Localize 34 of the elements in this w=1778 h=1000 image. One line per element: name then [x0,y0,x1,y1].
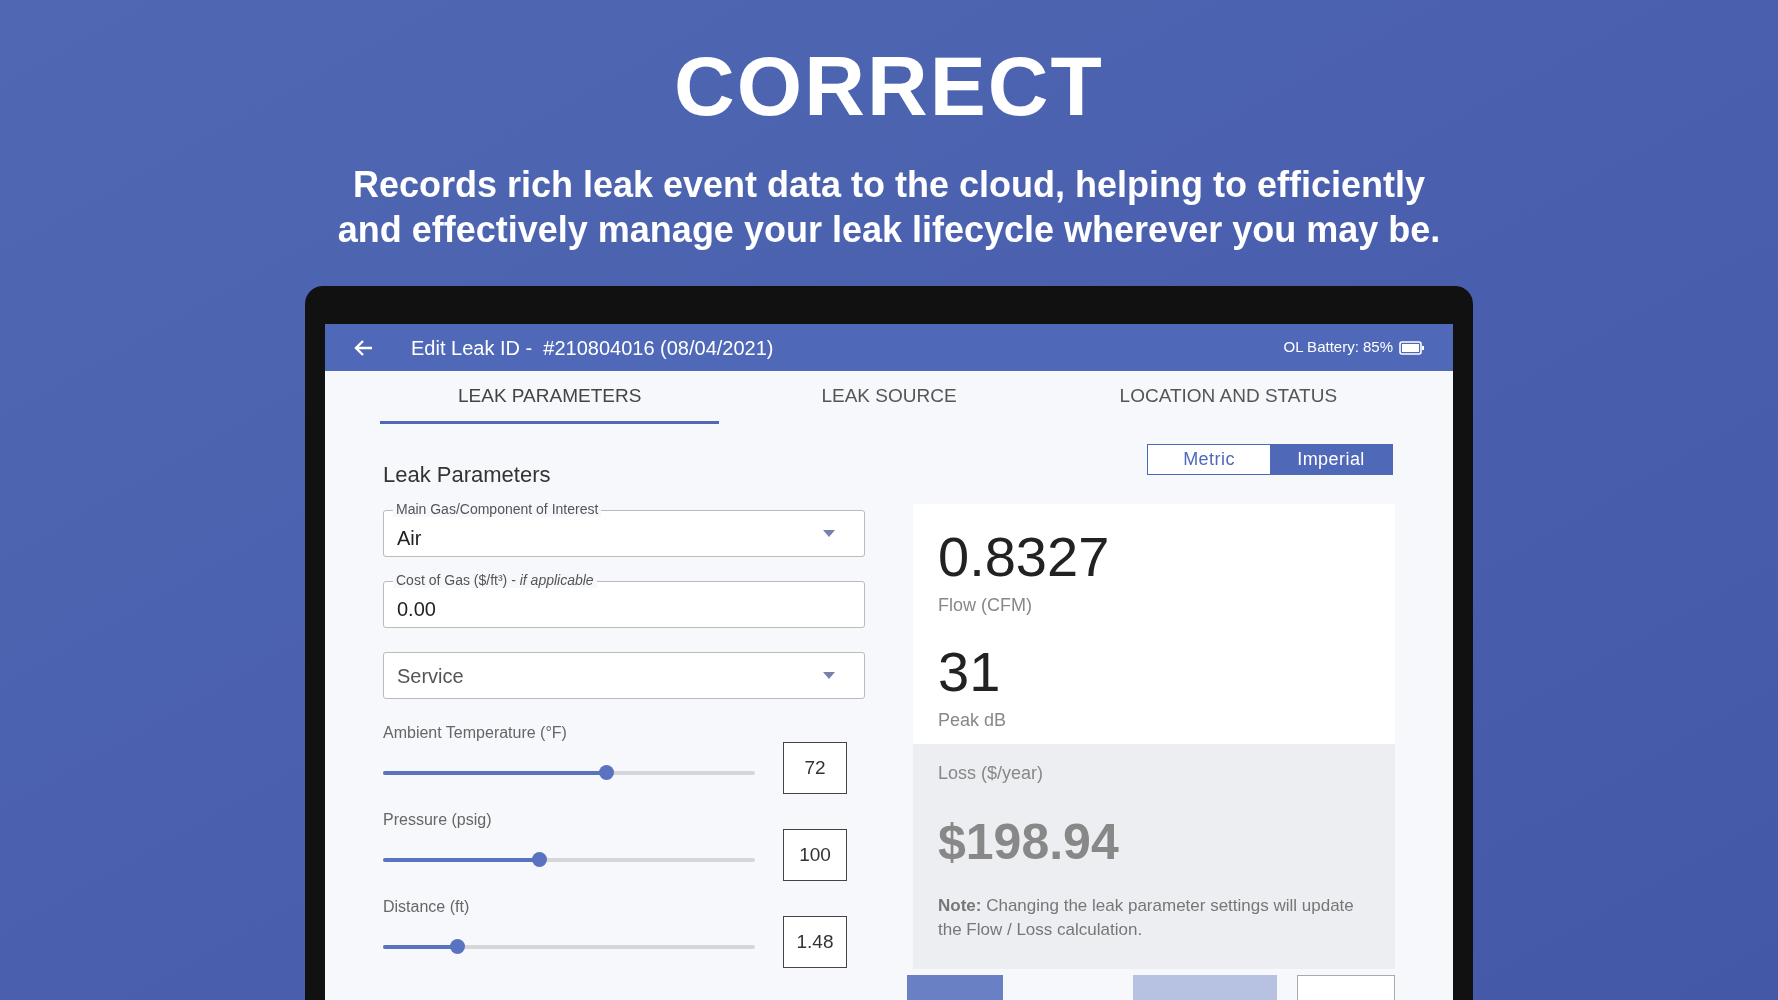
tab[interactable]: LOCATION AND STATUS [1058,371,1398,424]
value-field[interactable]: 1.48 [783,916,847,968]
slider-label: Ambient Temperature (°F) [383,723,568,743]
back-arrow-icon[interactable] [353,338,373,357]
battery-label: OL Battery: 85% [1283,337,1393,358]
slider-label: Distance (ft) [383,897,471,917]
section-title: Leak Parameters [383,461,552,489]
slider[interactable] [383,939,755,954]
unit-toggle[interactable]: Imperial [1270,445,1392,474]
battery-icon [1399,340,1425,355]
slider-thumb[interactable] [450,939,466,954]
loss-value: $198.94 [938,813,1120,872]
value-field[interactable]: 72 [783,742,847,794]
slider-thumb[interactable] [599,765,615,780]
note-text: Note: Changing the leak parameter settings will update the Flow / Loss calculation. [938,895,1355,941]
dropdown-caret-icon [823,672,835,679]
result-value: 0.8327 [938,526,1111,588]
loss-label: Loss ($/year) [938,762,1045,785]
slider-thumb[interactable] [532,852,548,867]
tab[interactable]: LEAK SOURCE [719,371,1059,424]
slider-label: Pressure (psig) [383,810,493,830]
result-label: Flow (CFM) [938,594,1033,617]
cut-off-button[interactable] [1297,975,1395,1000]
subtitle: Records rich leak event data to the cloud, helping to efficiently and effectively manage your leak lifecycle wherever you may be. [336,163,1442,252]
tab[interactable]: LEAK PARAMETERS [380,371,720,424]
unit-toggle[interactable]: Metric [1148,445,1270,474]
result-value: 31 [938,641,1002,703]
result-label: Peak dB [938,709,1008,732]
dropdown-caret-icon [823,530,835,537]
value-field[interactable]: 100 [783,829,847,881]
headline: CORRECT [674,44,1104,128]
slider[interactable] [383,852,755,867]
screen-title: Edit Leak ID - #210804016 (08/04/2021) [411,335,774,361]
slider[interactable] [383,765,755,780]
